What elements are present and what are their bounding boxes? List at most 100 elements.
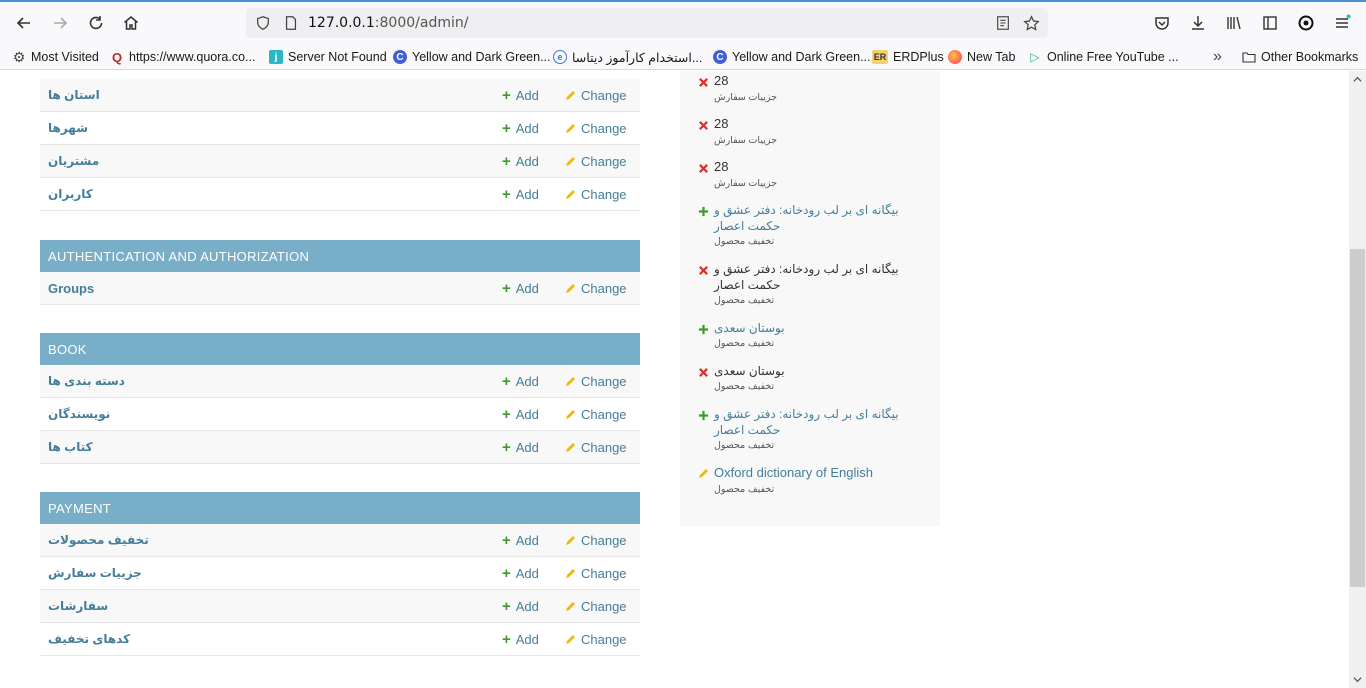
sidebar-button[interactable]: [1258, 11, 1282, 35]
play-icon: ▷: [1030, 50, 1040, 64]
change-button[interactable]: Change: [564, 533, 627, 548]
shield-icon[interactable]: [254, 14, 272, 32]
change-button[interactable]: Change: [564, 281, 627, 296]
model-link[interactable]: کتاب ها: [48, 440, 93, 454]
model-link[interactable]: استان ها: [48, 88, 100, 102]
change-button[interactable]: Change: [564, 566, 627, 581]
account-button[interactable]: [1294, 11, 1318, 35]
add-button[interactable]: + Add: [502, 281, 539, 296]
address-bar[interactable]: 127.0.0.1:8000/admin/: [246, 8, 1048, 38]
bookmark-youtube-converter[interactable]: ▷ Online Free YouTube ...: [1028, 48, 1178, 66]
model-link[interactable]: شهرها: [48, 121, 88, 135]
bookmark-new-tab[interactable]: New Tab: [948, 48, 1015, 66]
plus-icon: +: [502, 153, 511, 170]
change-label: Change: [581, 281, 627, 296]
change-button[interactable]: Change: [564, 88, 627, 103]
vertical-scrollbar[interactable]: [1349, 71, 1366, 688]
change-button[interactable]: Change: [564, 187, 627, 202]
change-button[interactable]: Change: [564, 599, 627, 614]
bookmark-quora[interactable]: Q https://www.quora.co...: [110, 48, 256, 66]
add-button[interactable]: + Add: [502, 533, 539, 548]
library-button[interactable]: [1222, 11, 1246, 35]
bookmark-server-not-found[interactable]: j Server Not Found: [269, 48, 387, 66]
add-button[interactable]: + Add: [502, 632, 539, 647]
model-link[interactable]: دسته بندی ها: [48, 374, 125, 388]
change-button[interactable]: Change: [564, 121, 627, 136]
action-content-type: تخفیف محصول: [714, 381, 775, 392]
back-button[interactable]: [12, 11, 36, 35]
model-link[interactable]: مشتریان: [48, 154, 99, 168]
add-button[interactable]: + Add: [502, 154, 539, 169]
action-object-link[interactable]: Oxford dictionary of English: [714, 465, 924, 481]
c-icon: C: [393, 50, 407, 64]
action-content-type: جزییات سفارش: [714, 135, 777, 146]
change-label: Change: [581, 566, 627, 581]
module-caption[interactable]: Book: [40, 333, 640, 365]
model-link[interactable]: جزییات سفارش: [48, 566, 142, 580]
add-button[interactable]: + Add: [502, 374, 539, 389]
add-button[interactable]: + Add: [502, 440, 539, 455]
home-icon: [124, 16, 138, 30]
add-button[interactable]: + Add: [502, 121, 539, 136]
bookmark-most-visited[interactable]: ⚙ Most Visited: [12, 48, 99, 66]
bookmarks-overflow-button[interactable]: »: [1213, 48, 1222, 66]
model-link[interactable]: کاربران: [48, 187, 93, 201]
bookmark-datasa[interactable]: e استخدام کارآموز دیتاسا...: [553, 48, 702, 66]
module-caption[interactable]: Authentication and Authorization: [40, 240, 640, 272]
url-text[interactable]: 127.0.0.1:8000/admin/: [308, 15, 468, 31]
action-object-link[interactable]: بیگانه ای بر لب رودخانه: دفتر عشق و حکمت…: [714, 202, 924, 234]
add-button[interactable]: + Add: [502, 407, 539, 422]
bookmarks-toolbar: ⚙ Most Visited Q https://www.quora.co...…: [0, 44, 1366, 70]
pencil-icon: [566, 568, 575, 578]
change-button[interactable]: Change: [564, 632, 627, 647]
page-info-icon[interactable]: [282, 14, 300, 32]
module-caption[interactable]: Payment: [40, 492, 640, 524]
model-row-categories: دسته بندی ها + Add Change: [40, 365, 640, 398]
action-object-link[interactable]: بیگانه ای بر لب رودخانه: دفتر عشق و حکمت…: [714, 406, 924, 438]
model-link[interactable]: کدهای تخفیف: [48, 632, 130, 646]
home-button[interactable]: [119, 11, 143, 35]
scroll-down-arrow-icon[interactable]: [1349, 671, 1366, 688]
bookmark-yellow-green-1[interactable]: C Yellow and Dark Green...: [393, 48, 551, 66]
bookmark-yellow-green-2[interactable]: C Yellow and Dark Green...: [713, 48, 871, 66]
change-button[interactable]: Change: [564, 407, 627, 422]
change-button[interactable]: Change: [564, 374, 627, 389]
downloads-button[interactable]: [1186, 11, 1210, 35]
action-content-type: تخفیف محصول: [714, 236, 775, 247]
model-link[interactable]: تخفیف محصولات: [48, 533, 149, 547]
chevron-double-right-icon: »: [1213, 48, 1222, 65]
bookmark-label: ERDPlus: [893, 50, 944, 64]
add-button[interactable]: + Add: [502, 88, 539, 103]
change-label: Change: [581, 187, 627, 202]
change-label: Change: [581, 533, 627, 548]
gear-icon: ⚙: [12, 48, 26, 65]
model-row-discount-codes: کدهای تخفیف + Add Change: [40, 623, 640, 656]
bookmark-erdplus[interactable]: ER ERDPlus: [872, 48, 944, 66]
forward-button[interactable]: [48, 11, 72, 35]
scrollbar-thumb[interactable]: [1350, 249, 1365, 587]
model-link[interactable]: نویسندگان: [48, 407, 110, 421]
bookmark-label: Yellow and Dark Green...: [412, 50, 551, 64]
change-button[interactable]: Change: [564, 440, 627, 455]
add-button[interactable]: + Add: [502, 599, 539, 614]
change-button[interactable]: Change: [564, 154, 627, 169]
add-button[interactable]: + Add: [502, 566, 539, 581]
add-button[interactable]: + Add: [502, 187, 539, 202]
model-link[interactable]: Groups: [48, 281, 94, 296]
add-icon: [696, 322, 710, 336]
bookmark-star-icon[interactable]: [1022, 14, 1040, 32]
menu-button[interactable]: [1330, 11, 1354, 35]
action-object-link[interactable]: بوستان سعدی: [714, 320, 924, 336]
add-label: Add: [515, 407, 539, 422]
delete-icon: [696, 161, 710, 175]
pocket-button[interactable]: [1150, 11, 1174, 35]
add-label: Add: [515, 599, 539, 614]
scroll-up-arrow-icon[interactable]: [1349, 71, 1366, 88]
model-link[interactable]: سفارشات: [48, 599, 108, 613]
reload-button[interactable]: [84, 11, 108, 35]
reader-view-icon[interactable]: [994, 14, 1012, 32]
other-bookmarks-folder[interactable]: Other Bookmarks: [1242, 48, 1358, 66]
model-row-cities: شهرها + Add Change: [40, 112, 640, 145]
add-label: Add: [515, 632, 539, 647]
model-row-product-discounts: تخفیف محصولات + Add Change: [40, 524, 640, 557]
